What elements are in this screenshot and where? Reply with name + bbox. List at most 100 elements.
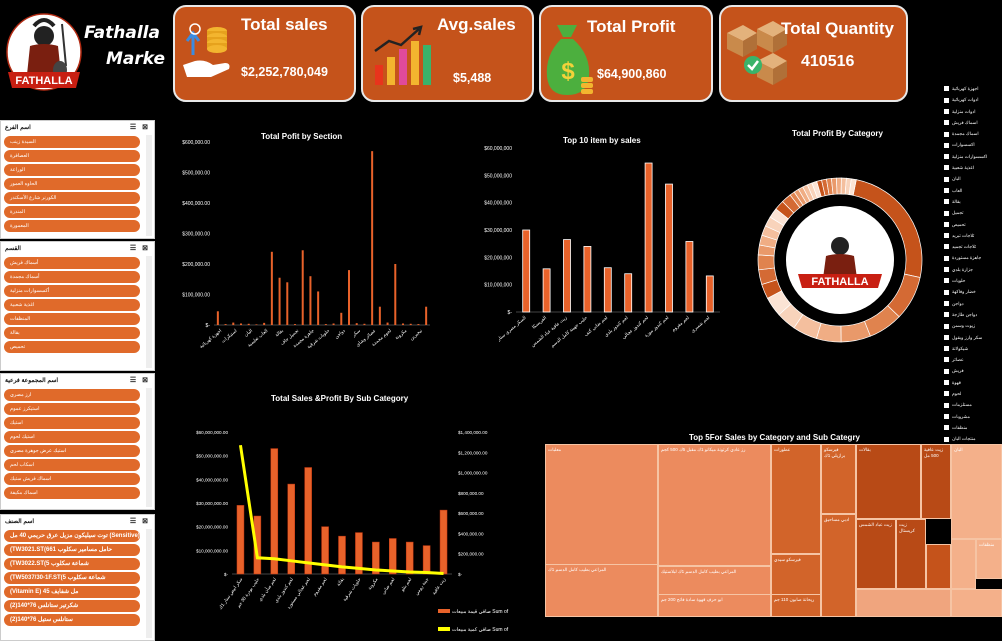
slicer-option[interactable]: ارز مصري <box>4 389 140 401</box>
treemap-cell[interactable]: عطورات <box>771 444 821 554</box>
legend-item: أجهزة كهربائية <box>944 86 1002 97</box>
y-tick-label: $500,000.00 <box>182 171 210 177</box>
slicer-option[interactable]: أسماك فريش <box>4 257 140 269</box>
legend-item: أدوات كهربائية <box>944 97 1002 108</box>
slicer-option[interactable]: المنظفات <box>4 313 140 325</box>
slicer-option[interactable]: اسماك مكيفة <box>4 487 140 499</box>
slicer-option[interactable]: الحاوه العمور <box>4 178 140 190</box>
treemap-cell[interactable]: ريحانة صابون 110 جم <box>771 594 821 617</box>
treemap-cell[interactable] <box>856 589 951 617</box>
legend-swatch <box>944 120 949 126</box>
legend-label: خضار وفاكهة <box>952 289 976 295</box>
treemap-cell[interactable]: منظفات <box>976 539 1002 579</box>
legend-item: حلويات <box>944 278 1002 289</box>
slicer-option[interactable]: استيك <box>4 417 140 429</box>
treemap-cell-label: ابو حرف قهوة سادة فاتح 200 جم <box>661 597 723 602</box>
slicer-section[interactable]: القسم ☰ ⊠ أسماك فريش أسماك مجمدة أكسسوارات… <box>0 241 155 371</box>
treemap-cell[interactable]: زيت كريستال <box>896 519 926 589</box>
slicer-branch[interactable]: اسم الفرع ☰ ⊠ السيدة زينب العصافرة الوراعة… <box>0 120 155 239</box>
clear-filter-icon[interactable]: ☰ ⊠ <box>130 123 150 131</box>
treemap-cell[interactable]: زيت عباد الشمس <box>856 519 896 589</box>
treemap-cell-label: بقالات <box>859 447 871 452</box>
legend-item: اكسسوارات <box>944 142 1002 153</box>
legend-swatch <box>944 233 949 239</box>
x-tick-label: لحم ضاني <box>381 576 397 596</box>
clear-filter-icon[interactable]: ☰ ⊠ <box>130 244 150 252</box>
slicer-option[interactable]: اغذية شعبية <box>4 299 140 311</box>
slicer-option[interactable]: الوراعة <box>4 164 140 176</box>
legend-label: صافي كمية مبيعات Sum of <box>452 627 509 633</box>
treemap-cell[interactable] <box>951 589 1002 617</box>
y-tick-label: $200,000.00 <box>182 262 210 268</box>
donut-slice <box>757 254 775 271</box>
treemap-cell-label: المراعي بطيب كامل الدسم 1ك <box>548 567 607 572</box>
slicer-option[interactable]: (2)140*76 شكرتير ستانلس <box>4 600 140 612</box>
slicer-option[interactable]: اسماك فريش ستيك <box>4 473 140 485</box>
bar <box>263 322 266 325</box>
clear-filter-icon[interactable]: ☰ ⊠ <box>130 376 150 384</box>
treemap-cell[interactable]: فيرسكو برازيلي 1ك <box>821 444 856 514</box>
treemap-cell[interactable] <box>951 539 976 589</box>
slicer-option[interactable]: استيكرز عموم <box>4 403 140 415</box>
chart-category-donut: FATHALLA <box>757 177 923 343</box>
donut-slice <box>840 320 871 343</box>
kpi-value: $5,488 <box>453 71 492 85</box>
legend-swatch <box>944 357 949 363</box>
slicer-option[interactable]: بقالة <box>4 327 140 339</box>
slicer-option[interactable]: (Vitamin E) 45 مل شفايف <box>4 586 140 598</box>
slicer-option[interactable]: (TW5037/30-1F.ST(5 شماعة سكلوب <box>4 572 140 584</box>
slicer-option[interactable]: استيك لحوم <box>4 431 140 443</box>
slicer-option[interactable]: (2)140*76 ستانلس ستيل <box>4 614 140 626</box>
legend-swatch <box>438 609 450 613</box>
treemap-cell[interactable]: ابو حرف قهوة سادة فاتح 200 جم <box>658 594 771 617</box>
legend-item: اكسسوارات منزلية <box>944 154 1002 165</box>
scrollbar[interactable] <box>146 529 152 638</box>
treemap-cell[interactable]: ادبي مساحيق <box>821 514 856 617</box>
scrollbar[interactable] <box>146 256 152 368</box>
legend-item: جاهزة مستوردة <box>944 255 1002 266</box>
treemap-cell[interactable]: زيت عافية 500 مل <box>921 444 951 519</box>
x-tick-label: مكرونة <box>367 576 380 591</box>
y-tick-label: $- <box>508 310 513 316</box>
slicer-option[interactable]: أكسسوارات منزلية <box>4 285 140 297</box>
slicer-option[interactable]: (TW3022.ST(5 شماعة سكلوب <box>4 558 140 570</box>
legend-item: تجميل <box>944 210 1002 221</box>
legend-swatch <box>944 391 949 397</box>
slicer-option[interactable]: العصافرة <box>4 150 140 162</box>
legend-swatch <box>944 165 949 171</box>
treemap-cell[interactable]: رز عادي كرتونة ميكانو 1ك مقبل 5ك 500 كجم <box>658 444 771 566</box>
slicer-option[interactable]: استيك عرض جوهرة مصري <box>4 445 140 457</box>
treemap-cell-label: زيت كريستال <box>899 522 915 533</box>
legend-swatch <box>944 413 949 419</box>
y-left-tick-label: $40,000,000.00 <box>196 477 228 482</box>
legend-swatch <box>944 312 949 318</box>
legend-swatch <box>944 278 949 284</box>
clear-filter-icon[interactable]: ☰ ⊠ <box>130 517 150 525</box>
slicer-subgroup[interactable]: اسم المجموعة فرعية ☰ ⊠ ارز مصري استيكرز ع… <box>0 373 155 510</box>
bar <box>386 322 389 325</box>
slicer-option[interactable]: تحميص <box>4 341 140 353</box>
scrollbar[interactable] <box>146 135 152 236</box>
slicer-option[interactable]: (TW3021.ST(661 حامل مسامير سكلوب <box>4 544 140 556</box>
legend-swatch <box>944 323 949 329</box>
treemap-cell[interactable] <box>926 544 951 589</box>
treemap-cell[interactable]: المراعي بطيب كامل الدسم 1ك <box>545 564 658 617</box>
bar <box>216 311 219 325</box>
sales-bar <box>405 541 414 575</box>
slicer-item[interactable]: اسم الصنف ☰ ⊠ توت سيليكون مزيل عرق حريمي… <box>0 514 155 641</box>
slicer-option[interactable]: توت سيليكون مزيل عرق حريمي 40 مل (Sensit… <box>4 530 140 542</box>
treemap-cell[interactable]: البان <box>951 444 1002 539</box>
slicer-header: القسم ☰ ⊠ <box>1 242 154 255</box>
scrollbar[interactable] <box>146 388 152 507</box>
slicer-option[interactable]: اسكاب لحم <box>4 459 140 471</box>
brand-logo: FATHALLA <box>4 6 84 112</box>
bar <box>685 241 694 313</box>
slicer-option[interactable]: المندرة <box>4 206 140 218</box>
slicer-option[interactable]: الكورنر شارع الأسكندر <box>4 192 140 204</box>
y-tick-label: $- <box>206 323 211 329</box>
slicer-option[interactable]: السيدة زينب <box>4 136 140 148</box>
treemap-cell[interactable]: بقالات <box>856 444 921 519</box>
slicer-option[interactable]: أسماك مجمدة <box>4 271 140 283</box>
slicer-option[interactable]: المعمورة <box>4 220 140 232</box>
x-tick-label: جبنة رومي <box>414 577 431 597</box>
